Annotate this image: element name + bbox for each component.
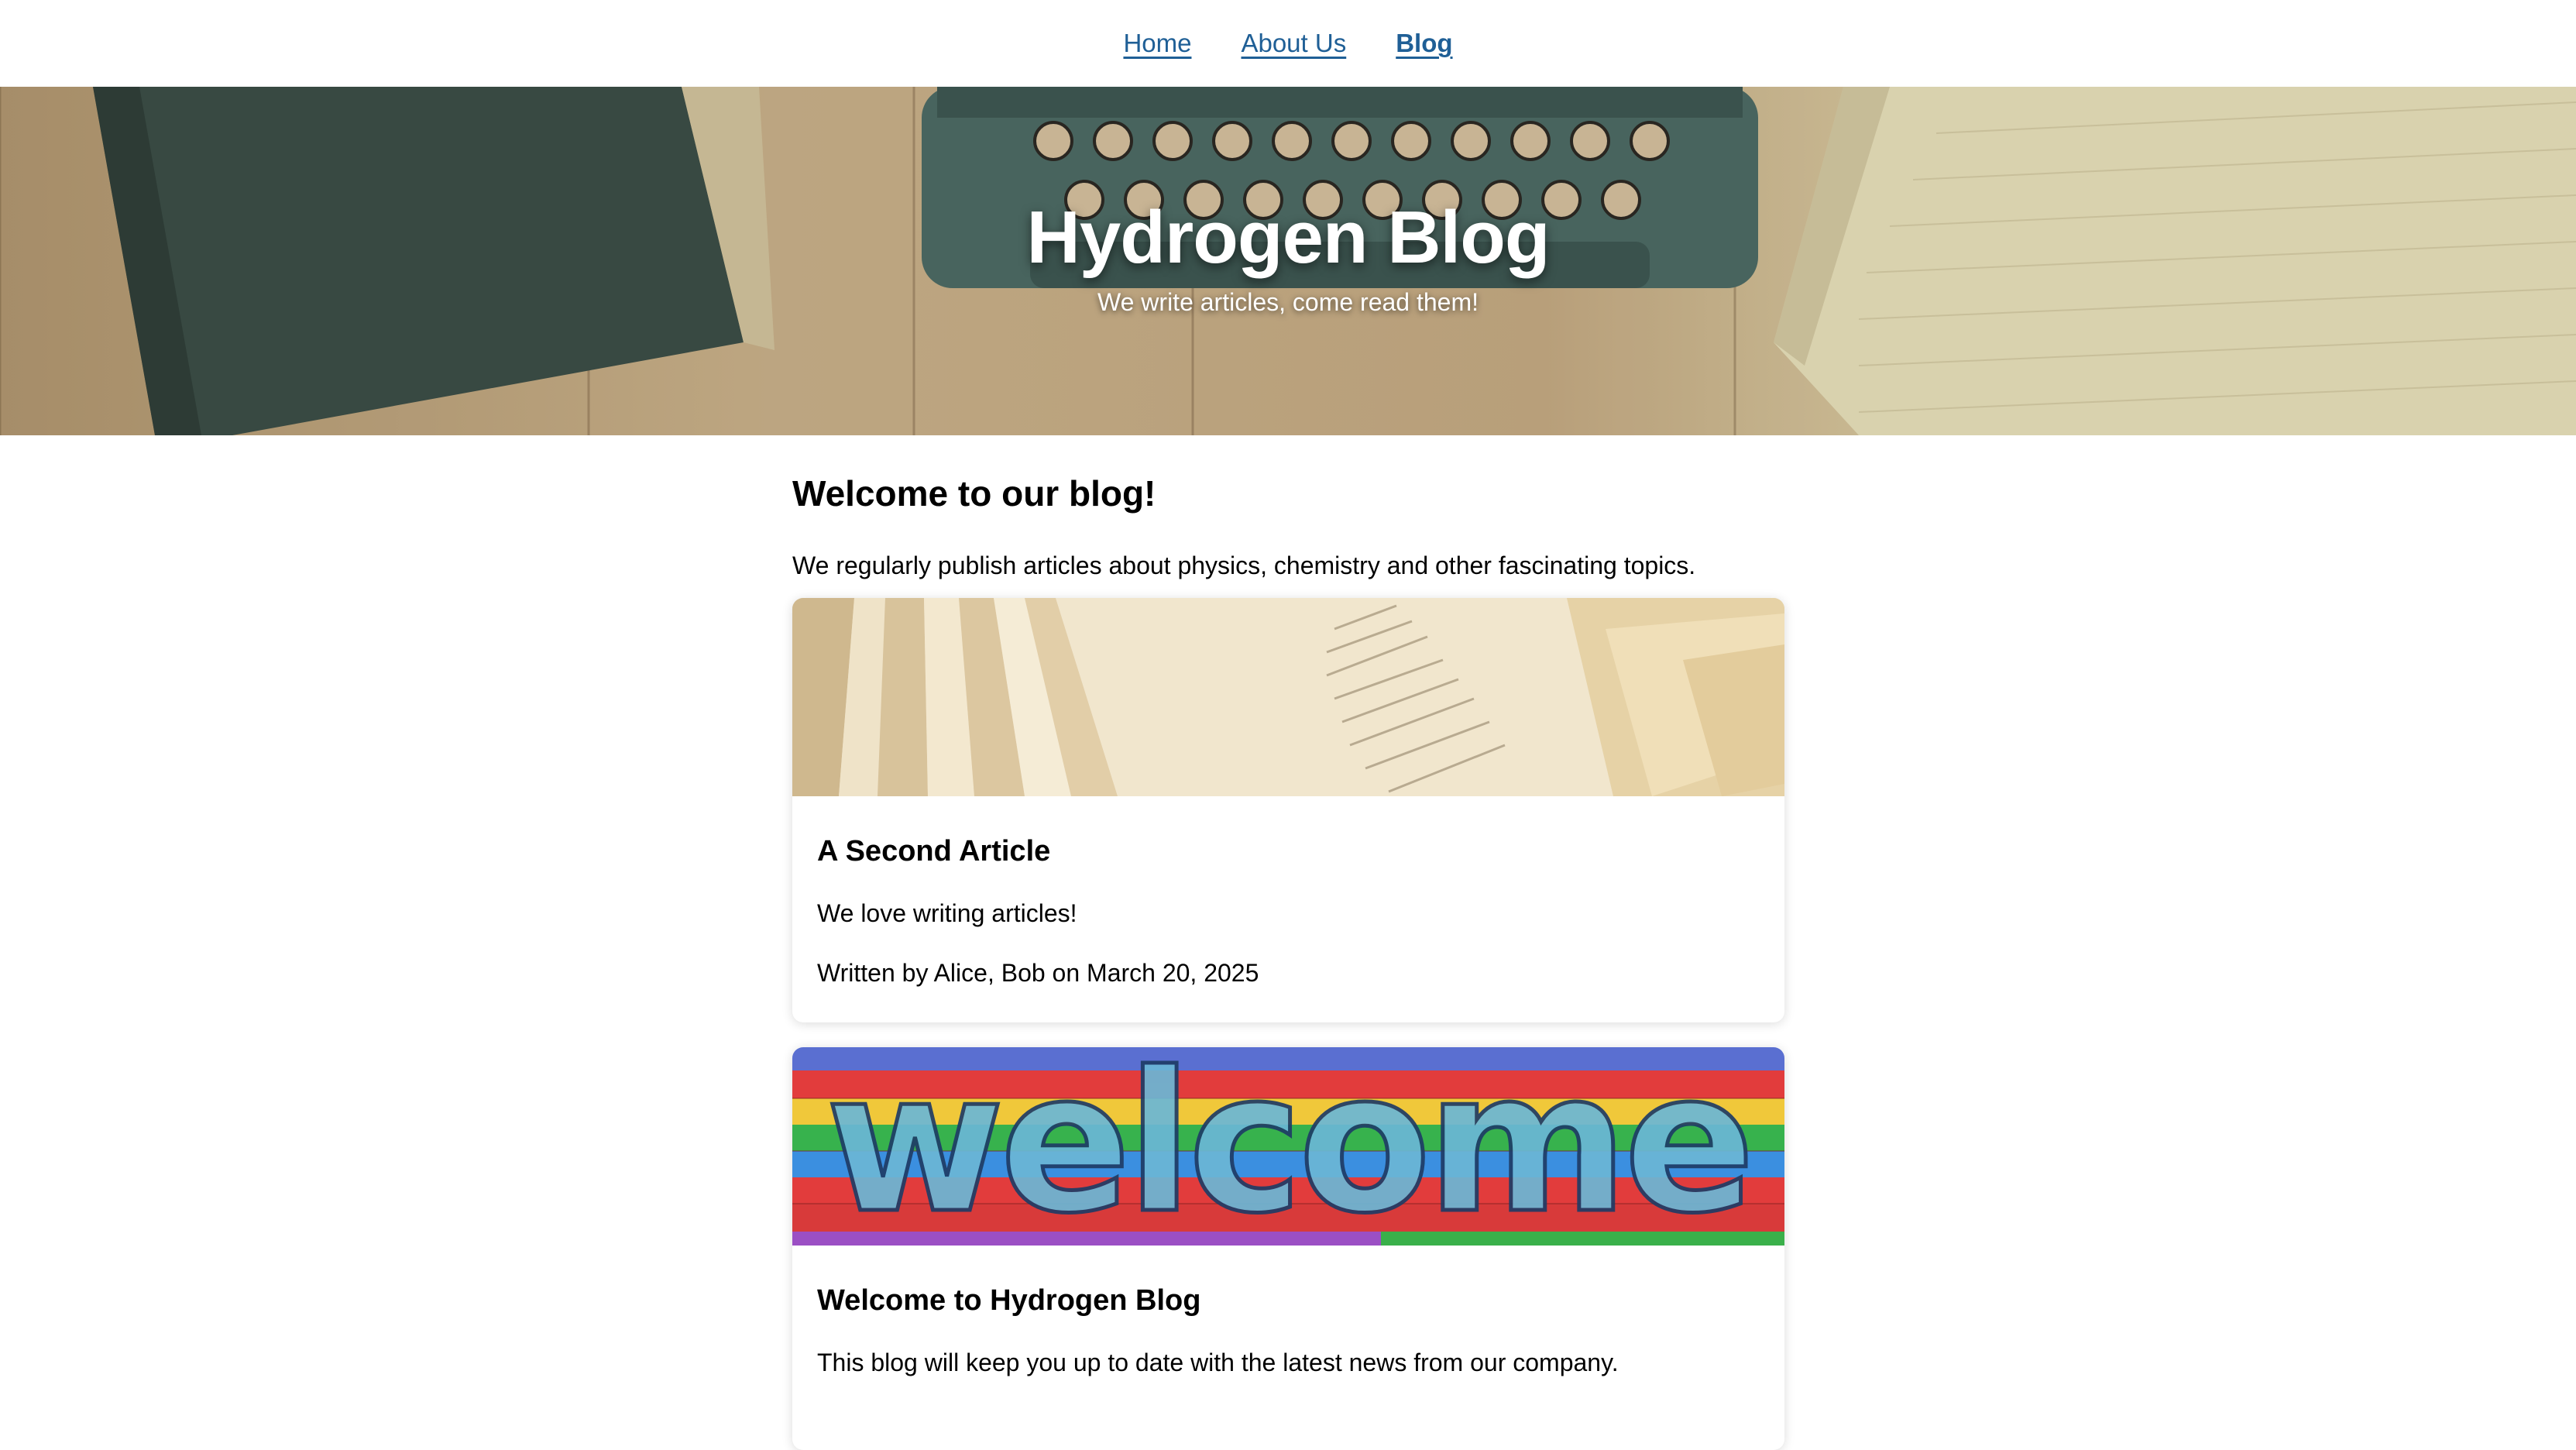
article-description: This blog will keep you up to date with … [817,1348,1619,1376]
article-description: We love writing articles! [817,899,1077,927]
article-image[interactable] [792,597,1784,796]
svg-text:welcome: welcome [826,1047,1750,1246]
site-tagline: We write articles, come read them! [1097,288,1479,316]
page-heading: Welcome to our blog! [792,473,1156,514]
open-book-pages-image [792,597,1784,796]
article-image[interactable]: welcome [792,1046,1784,1246]
nav-link-blog[interactable]: Blog [1396,29,1452,58]
article-body: A Second Article We love writing article… [792,835,1784,988]
article-card[interactable]: welcome Welcome to Hydrogen Blog This bl… [792,1046,1784,1450]
top-navigation: Home About Us Blog [0,0,2576,87]
site-title: Hydrogen Blog [1026,196,1551,279]
nav-link-about-us[interactable]: About Us [1241,29,1346,58]
hero-banner: Hydrogen Blog We write articles, come re… [0,87,2576,435]
page-intro: We regularly publish articles about phys… [792,551,1696,580]
colorful-welcome-letters-image: welcome [792,1046,1784,1246]
article-body: Welcome to Hydrogen Blog This blog will … [792,1284,1784,1377]
article-title[interactable]: Welcome to Hydrogen Blog [817,1284,1760,1318]
article-byline: Written by Alice, Bob on March 20, 2025 [817,958,1259,987]
article-title[interactable]: A Second Article [817,835,1760,868]
nav-link-home[interactable]: Home [1123,29,1191,58]
main-content: Welcome to our blog! We regularly publis… [792,435,1784,1450]
article-card[interactable]: A Second Article We love writing article… [792,597,1784,1022]
